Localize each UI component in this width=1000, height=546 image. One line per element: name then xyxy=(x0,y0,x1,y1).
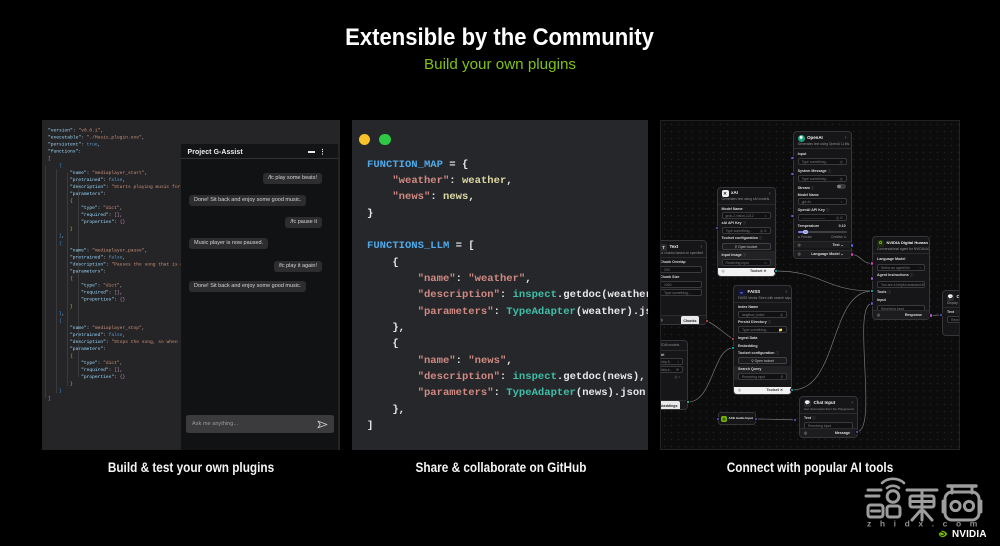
svg-text:zhidx.com: zhidx.com xyxy=(867,519,983,529)
